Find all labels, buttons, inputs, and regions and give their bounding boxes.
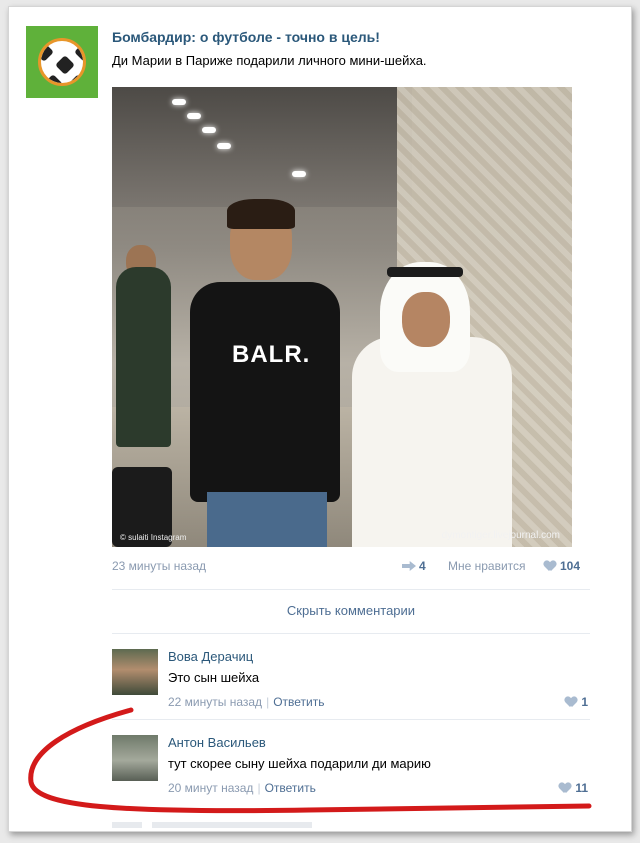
photo-watermark: dymontiger.livejournal.com: [441, 530, 560, 541]
divider: [112, 633, 590, 634]
post-photo[interactable]: BALR. © sulaiti Instagram dymontiger.liv…: [112, 87, 572, 547]
comment-time[interactable]: 22 минуты назад: [168, 695, 262, 709]
group-name-link[interactable]: Бомбардир: о футболе - точно в цель!: [112, 29, 380, 45]
soccer-ball-icon: [38, 38, 86, 86]
cut-off-comment: [112, 822, 312, 828]
reply-button[interactable]: Ответить: [265, 781, 316, 795]
post-text: Ди Марии в Париже подарили личного мини-…: [112, 53, 427, 68]
photo-credit: © sulaiti Instagram: [120, 533, 187, 542]
share-button[interactable]: 4: [402, 559, 426, 573]
avatar[interactable]: [112, 649, 158, 695]
hide-comments-link[interactable]: Скрыть комментарии: [112, 603, 590, 618]
share-count: 4: [419, 559, 426, 573]
comment-like-button[interactable]: 1: [565, 695, 588, 709]
shirt-print: BALR.: [232, 341, 311, 368]
comment-author[interactable]: Антон Васильев: [168, 735, 266, 750]
like-button[interactable]: 104: [544, 559, 580, 573]
comment-author[interactable]: Вова Дерачиц: [168, 649, 253, 664]
comment-like-count: 11: [575, 781, 588, 795]
comment-meta: 22 минуты назад | Ответить: [168, 695, 325, 709]
comment-time[interactable]: 20 минут назад: [168, 781, 253, 795]
avatar[interactable]: [112, 735, 158, 781]
like-count: 104: [560, 559, 581, 573]
divider: [112, 719, 590, 720]
comment-meta: 20 минут назад | Ответить: [168, 781, 316, 795]
comment-text: Это сын шейха: [168, 670, 260, 685]
post-meta: 23 минуты назад 4 Мне нравится 104: [112, 559, 590, 577]
comment-like-count: 1: [581, 695, 588, 709]
reply-button[interactable]: Ответить: [273, 695, 324, 709]
comment-item: Антон Васильев тут скорее сыну шейха под…: [112, 735, 590, 815]
like-label[interactable]: Мне нравится: [448, 559, 526, 573]
post-time[interactable]: 23 минуты назад: [112, 559, 206, 573]
comment-item: Вова Дерачиц Это сын шейха 22 минуты наз…: [112, 649, 590, 729]
heart-icon: [544, 561, 556, 572]
heart-icon: [565, 697, 577, 708]
comment-text: тут скорее сыну шейха подарили ди марию: [168, 756, 431, 771]
comment-like-button[interactable]: 11: [559, 781, 588, 795]
group-avatar[interactable]: [26, 26, 98, 98]
heart-icon: [559, 783, 571, 794]
megaphone-icon: [402, 561, 416, 571]
vk-post-card: Бомбардир: о футболе - точно в цель! Ди …: [8, 6, 632, 832]
divider: [112, 589, 590, 590]
